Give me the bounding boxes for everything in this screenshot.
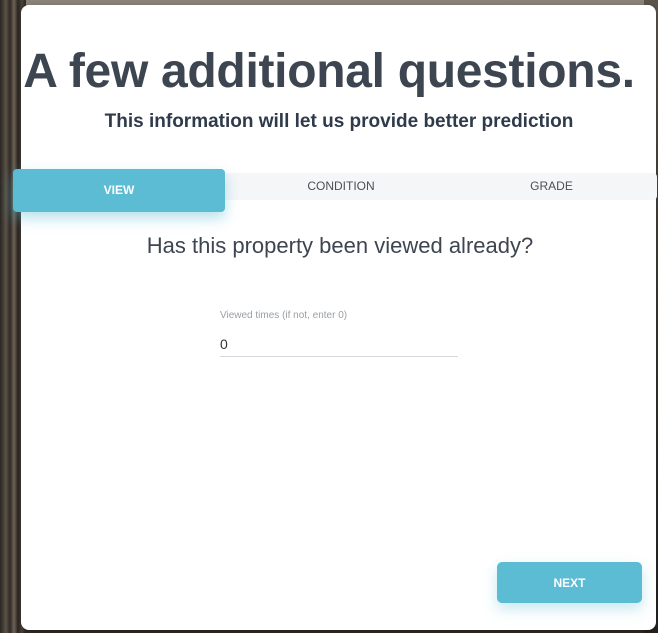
tab-view[interactable]: VIEW bbox=[13, 169, 225, 212]
tab-condition[interactable]: CONDITION bbox=[236, 173, 446, 200]
next-button[interactable]: NEXT bbox=[497, 562, 642, 603]
viewed-times-label: Viewed times (if not, enter 0) bbox=[220, 310, 348, 321]
page-subtitle: This information will let us provide bet… bbox=[104, 111, 574, 132]
question-text: Has this property been viewed already? bbox=[146, 233, 534, 258]
viewed-times-input[interactable] bbox=[220, 332, 458, 357]
tab-grade[interactable]: GRADE bbox=[446, 173, 657, 200]
page-title: A few additional questions. bbox=[23, 45, 635, 98]
